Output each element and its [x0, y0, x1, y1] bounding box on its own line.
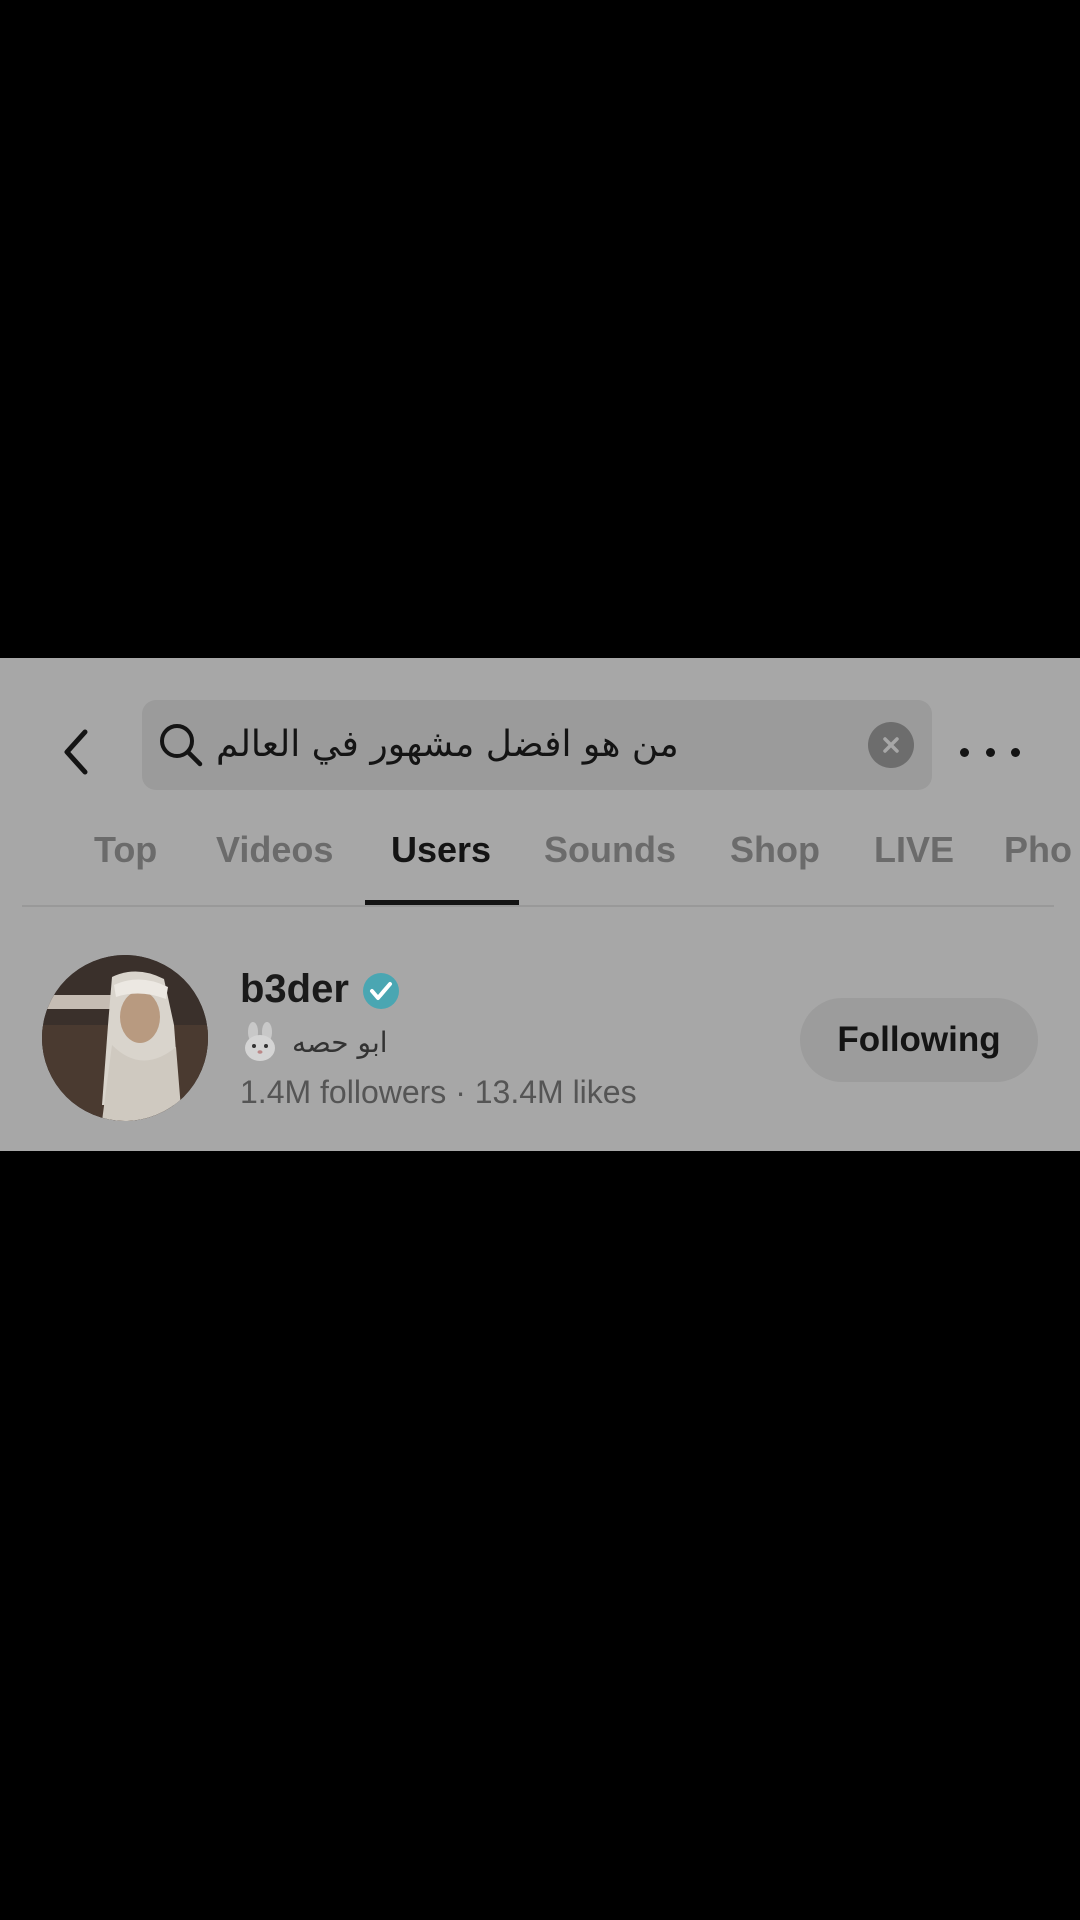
search-icon [160, 724, 203, 767]
avatar[interactable] [42, 955, 208, 1121]
user-stats: 1.4M followers · 13.4M likes [240, 1074, 637, 1110]
search-tabs: Top Videos Users Sounds Shop LIVE Pho [0, 818, 1080, 882]
username[interactable]: b3der [240, 964, 349, 1014]
clear-search-button[interactable] [868, 722, 914, 768]
verified-badge-icon [363, 973, 399, 1009]
tab-photos[interactable]: Pho [1004, 818, 1072, 882]
avatar-photo [42, 955, 208, 1121]
tab-users[interactable]: Users [391, 818, 491, 882]
user-bio: ابو حصه [240, 1020, 388, 1064]
back-button[interactable] [56, 722, 96, 782]
search-query[interactable]: من هو افضل مشهور في العالم [216, 700, 679, 790]
tab-top[interactable]: Top [94, 818, 157, 882]
tab-live[interactable]: LIVE [874, 818, 954, 882]
search-results-panel: من هو افضل مشهور في العالم Top Videos Us… [0, 658, 1080, 1151]
tabs-divider [22, 905, 1054, 907]
search-input[interactable]: من هو افضل مشهور في العالم [142, 700, 932, 790]
following-button[interactable]: Following [800, 998, 1038, 1082]
chevron-left-icon [64, 729, 88, 775]
tab-sounds[interactable]: Sounds [544, 818, 676, 882]
tab-shop[interactable]: Shop [730, 818, 820, 882]
rabbit-face-icon [245, 1022, 275, 1061]
bio-text: ابو حصه [292, 1025, 388, 1059]
tab-videos[interactable]: Videos [216, 818, 333, 882]
more-icon [960, 747, 969, 757]
more-options-button[interactable] [960, 732, 1020, 772]
clear-icon [883, 737, 899, 753]
